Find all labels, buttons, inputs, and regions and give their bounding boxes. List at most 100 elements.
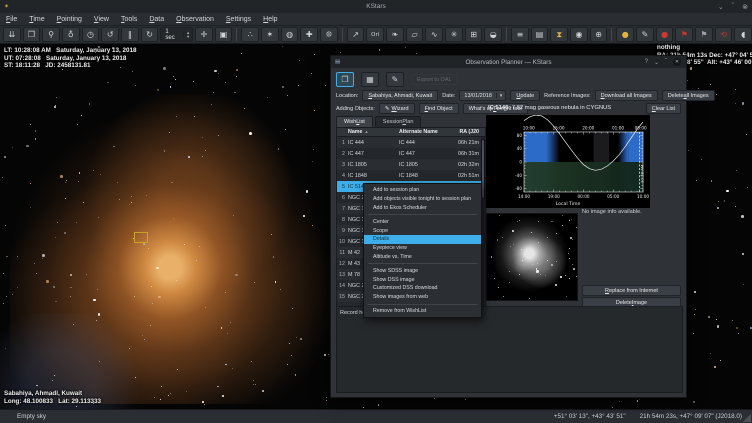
- dialog-titlebar[interactable]: ▤ Observation Planner — KStars ? ⌄ ˆ ✕: [331, 56, 686, 68]
- refresh-icon[interactable]: ⟲: [715, 27, 733, 42]
- deep-sky-icon[interactable]: ✳: [445, 27, 463, 42]
- menu-file[interactable]: File: [0, 15, 23, 24]
- menu-observation[interactable]: Observation: [170, 15, 220, 24]
- supernovae-toggle-icon[interactable]: ↗: [347, 27, 365, 42]
- svg-text:80: 80: [517, 133, 523, 138]
- context-menu-item-show-images-from-web[interactable]: Show images from web: [364, 293, 481, 302]
- table-row[interactable]: 3IC 1805IC 180502h 32m: [337, 159, 485, 170]
- download-data-icon[interactable]: ⇊: [3, 27, 21, 42]
- col-name[interactable]: Name▲: [346, 129, 397, 135]
- context-menu-item-add-to-ekos-scheduler[interactable]: Add to Ekos Scheduler: [364, 204, 481, 213]
- context-menu-item-add-to-session-plan[interactable]: Add to session plan: [364, 186, 481, 195]
- observation-log-textarea[interactable]: [336, 306, 683, 393]
- menu-tools[interactable]: Tools: [115, 15, 143, 24]
- tab-session-plan[interactable]: Session Plan: [375, 116, 422, 127]
- close-icon[interactable]: ✕: [673, 58, 681, 66]
- export-oal-button[interactable]: Export to OAL: [411, 74, 458, 85]
- col-alternate-name[interactable]: Alternate Name: [397, 129, 454, 135]
- planets-toggle-icon[interactable]: ◍: [281, 27, 299, 42]
- find-object-icon[interactable]: ⚲: [42, 27, 60, 42]
- crosshair-toggle-icon[interactable]: ✚: [300, 27, 318, 42]
- constellation-bounds-icon[interactable]: ▱: [406, 27, 424, 42]
- observation-planner-icon[interactable]: ▤: [531, 27, 549, 42]
- stars-toggle-icon[interactable]: ∴: [241, 27, 259, 42]
- date-picker[interactable]: 13/01/2018 ▼: [459, 90, 506, 101]
- table-header[interactable]: Name▲ Alternate Name RA (J20: [337, 128, 485, 137]
- color-scheme-icon[interactable]: ✎: [636, 27, 654, 42]
- help-icon[interactable]: ?: [645, 59, 648, 65]
- context-menu-item-details[interactable]: Details: [364, 235, 481, 244]
- col-ra[interactable]: RA (J20: [454, 129, 481, 135]
- eyepiece-view-icon[interactable]: ◉: [570, 27, 588, 42]
- geographic-location-icon[interactable]: ♁: [62, 27, 80, 42]
- svg-text:10:00: 10:00: [523, 126, 535, 131]
- window-titlebar[interactable]: ✶ KStars ⌄ ˆ ⊗: [0, 0, 752, 13]
- horizon-toggle-icon[interactable]: ◒: [484, 27, 502, 42]
- context-menu-item-show-sdss-image[interactable]: Show SDSS image: [364, 266, 481, 275]
- time-forward-icon[interactable]: ↻: [141, 27, 159, 42]
- context-menu-item-customized-dss-download[interactable]: Customized DSS download: [364, 284, 481, 293]
- reference-images-label: Reference Images:: [544, 93, 590, 99]
- context-menu-item-add-objects-visible-tonight-to-session-plan[interactable]: Add objects visible tonight to session p…: [364, 195, 481, 204]
- context-menu-item-center[interactable]: Center: [364, 217, 481, 226]
- gray-flag-icon[interactable]: ⚑: [695, 27, 713, 42]
- dome-icon[interactable]: ◖: [734, 27, 752, 42]
- sky-image-icon[interactable]: ▣: [215, 27, 233, 42]
- maximize-icon[interactable]: ˆ: [665, 59, 667, 65]
- location-button[interactable]: Sabahiya, Ahmadi, Kuwait: [362, 90, 438, 101]
- constellation-names-icon[interactable]: Ori: [366, 27, 384, 42]
- equatorial-grid-icon[interactable]: ⊞: [465, 27, 483, 42]
- maximize-icon[interactable]: ˆ: [732, 3, 734, 10]
- set-time-icon[interactable]: ◷: [82, 27, 100, 42]
- open-list-icon[interactable]: ❐: [336, 72, 354, 87]
- kstars-window: ✶ KStars ⌄ ˆ ⊗ FileTimePointingViewTools…: [0, 0, 752, 423]
- download-all-images-button[interactable]: Download all Images: [595, 90, 658, 101]
- svg-text:-40: -40: [515, 173, 522, 178]
- menu-time[interactable]: Time: [23, 15, 50, 24]
- menu-data[interactable]: Data: [143, 15, 170, 24]
- record-icon[interactable]: ●: [656, 27, 674, 42]
- find-object-button[interactable]: Find Object: [419, 103, 459, 114]
- svg-text:10:00: 10:00: [637, 194, 649, 199]
- replace-from-internet-button[interactable]: Replace from Internet: [582, 285, 681, 296]
- menu-pointing[interactable]: Pointing: [51, 15, 88, 24]
- menu-settings[interactable]: Settings: [220, 15, 257, 24]
- context-menu-item-scope[interactable]: Scope: [364, 226, 481, 235]
- update-button[interactable]: Update: [510, 90, 540, 101]
- save-list-icon[interactable]: ▦: [361, 72, 379, 87]
- telescope-target-icon[interactable]: ⊕: [590, 27, 608, 42]
- comets-toggle-icon[interactable]: ❊: [320, 27, 338, 42]
- menu-help[interactable]: Help: [257, 15, 283, 24]
- table-row[interactable]: 2IC 447IC 44706h 31m: [337, 148, 485, 159]
- context-menu-item-eyepiece-view[interactable]: Eyepiece view: [364, 244, 481, 253]
- context-menu-item-remove-from-wishlist[interactable]: Remove from WishList: [364, 307, 481, 316]
- chevron-down-icon[interactable]: ▼: [496, 93, 505, 98]
- clear-list-button[interactable]: Clear List: [646, 103, 681, 114]
- whats-interesting-icon[interactable]: ⧗: [550, 27, 568, 42]
- table-row[interactable]: 4IC 1848IC 184802h 51m: [337, 170, 485, 181]
- delete-all-images-button[interactable]: Delete all Images: [662, 90, 715, 101]
- focus-object-icon[interactable]: ✛: [195, 27, 213, 42]
- open-window-icon[interactable]: ❐: [23, 27, 41, 42]
- observation-list-icon[interactable]: ≡: [511, 27, 529, 42]
- wizard-button[interactable]: ✎ Wizard: [379, 103, 415, 114]
- context-menu-item-show-dss-image[interactable]: Show DSS image: [364, 275, 481, 284]
- menu-bar: FileTimePointingViewToolsDataObservation…: [0, 13, 752, 26]
- constellation-art-icon[interactable]: ❧: [386, 27, 404, 42]
- tab-wish-list[interactable]: Wish List: [336, 116, 373, 127]
- time-pause-icon[interactable]: ‖: [121, 27, 139, 42]
- satellites-toggle-icon[interactable]: ✶: [261, 27, 279, 42]
- save-as-icon[interactable]: ✎: [386, 72, 404, 87]
- time-backward-icon[interactable]: ↺: [101, 27, 119, 42]
- resize-grip[interactable]: [743, 414, 751, 422]
- shade-icon[interactable]: ⌄: [654, 59, 659, 66]
- minimize-icon[interactable]: ⌄: [718, 3, 724, 11]
- menu-view[interactable]: View: [88, 15, 115, 24]
- time-step-spinbox[interactable]: 1 sec▲▼: [160, 27, 193, 42]
- table-row[interactable]: 1IC 444IC 44406h 21m: [337, 137, 485, 148]
- context-menu-item-altitude-vs-time[interactable]: Altitude vs. Time: [364, 253, 481, 262]
- lock-icon[interactable]: ●: [616, 27, 634, 42]
- red-flag-icon[interactable]: ⚑: [675, 27, 693, 42]
- milky-way-icon[interactable]: ∿: [425, 27, 443, 42]
- close-icon[interactable]: ⊗: [742, 3, 748, 11]
